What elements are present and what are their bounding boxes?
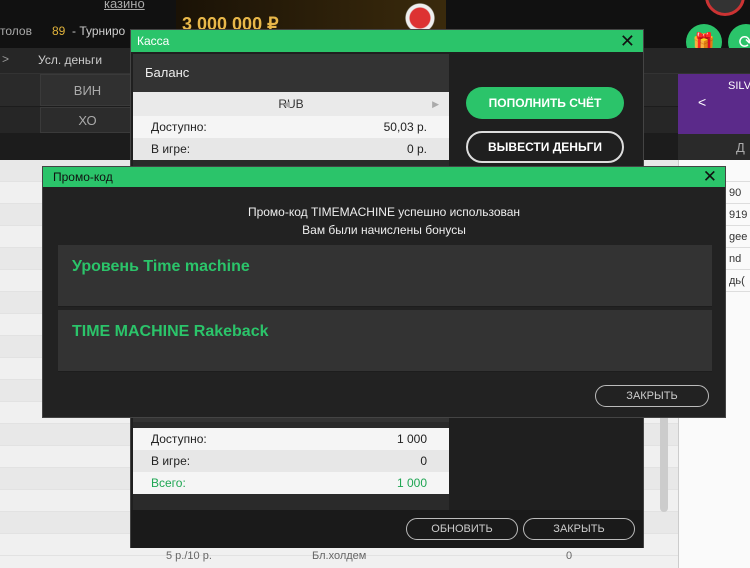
list-scrollbar[interactable]	[660, 412, 668, 512]
row-value: 0 р.	[406, 142, 427, 156]
play-row-in-game: В игре: 0	[133, 450, 449, 472]
cashier-close-button[interactable]: ЗАКРЫТЬ	[523, 518, 635, 540]
currency-selector[interactable]: ◀ RUB ▶	[133, 92, 449, 116]
play-money-panel: Условные деньги Доступно: 1 000 В игре: …	[133, 405, 449, 506]
casino-link[interactable]: казино	[104, 0, 145, 11]
deposit-button[interactable]: ПОПОЛНИТЬ СЧЁТ	[466, 87, 624, 119]
tables-label: толов	[0, 24, 32, 38]
cashier-footer: ОБНОВИТЬ ЗАКРЫТЬ	[131, 510, 643, 548]
bonus-item: TIME MACHINE Rakeback	[58, 310, 712, 372]
vip-tab-label: SILV	[728, 80, 750, 92]
cashier-title: Касса	[137, 34, 170, 48]
row-label: Доступно:	[151, 432, 207, 446]
row-value: 50,03 р.	[383, 120, 427, 134]
promo-title: Промо-код	[53, 170, 113, 184]
row-label: В игре:	[151, 454, 191, 468]
avatar[interactable]	[705, 0, 745, 16]
chevron-left-icon[interactable]: ◀	[283, 92, 290, 116]
bonus-title: TIME MACHINE Rakeback	[72, 323, 269, 340]
balance-row-available: Доступно: 50,03 р.	[133, 116, 449, 138]
tournaments-label[interactable]: - Турниро	[72, 24, 125, 38]
promo-title-bar[interactable]: Промо-код ✕	[43, 167, 725, 187]
vip-tab[interactable]: < SILV	[678, 74, 750, 134]
close-icon[interactable]: ✕	[620, 30, 635, 52]
balance-row-in-game: В игре: 0 р.	[133, 138, 449, 160]
bonus-item: Уровень Time machine	[58, 245, 712, 307]
chevron-right-icon[interactable]: >	[2, 52, 9, 66]
game-type: Бл.холдем	[312, 550, 367, 562]
row-value: 1 000	[396, 432, 427, 446]
player-count: 0	[566, 550, 573, 562]
chevron-right-icon[interactable]: ▶	[432, 92, 439, 116]
play-row-total: Всего: 1 000	[133, 472, 449, 494]
promo-close-button[interactable]: ЗАКРЫТЬ	[595, 385, 709, 407]
right-header-label: Д	[736, 140, 745, 155]
close-icon[interactable]: ✕	[703, 167, 717, 187]
filter-winner[interactable]: ВИН	[40, 74, 135, 106]
money-mode-label[interactable]: Усл. деньги	[38, 53, 102, 67]
balance-header: Баланс	[133, 54, 449, 92]
promo-message-line2: Вам были начислены бонусы	[302, 223, 466, 237]
row-value: 1 000	[396, 476, 427, 490]
withdraw-button[interactable]: ВЫВЕСТИ ДЕНЬГИ	[466, 131, 624, 163]
cashier-title-bar[interactable]: Касса ✕	[131, 30, 643, 52]
refresh-button[interactable]: ОБНОВИТЬ	[406, 518, 518, 540]
chevron-left-icon[interactable]: <	[698, 94, 706, 110]
tournaments-count: 89	[52, 24, 66, 38]
promo-message: Промо-код TIMEMACHINE успешно использова…	[43, 203, 725, 239]
row-value: 0	[420, 454, 427, 468]
play-row-available: Доступно: 1 000	[133, 428, 449, 450]
right-panel-header: Д	[678, 134, 750, 160]
row-label: Доступно:	[151, 120, 207, 134]
table-row[interactable]: 5 р./10 р. Бл.холдем 0	[160, 548, 640, 568]
promo-message-line1: Промо-код TIMEMACHINE успешно использова…	[247, 205, 521, 219]
row-label: Всего:	[151, 476, 186, 490]
promo-code-dialog: Промо-код ✕ Промо-код TIMEMACHINE успешн…	[42, 166, 726, 418]
bonus-title: Уровень Time machine	[72, 258, 250, 275]
row-label: В игре:	[151, 142, 191, 156]
stakes: 5 р./10 р.	[166, 550, 212, 562]
filter-ho[interactable]: ХО	[40, 107, 135, 133]
